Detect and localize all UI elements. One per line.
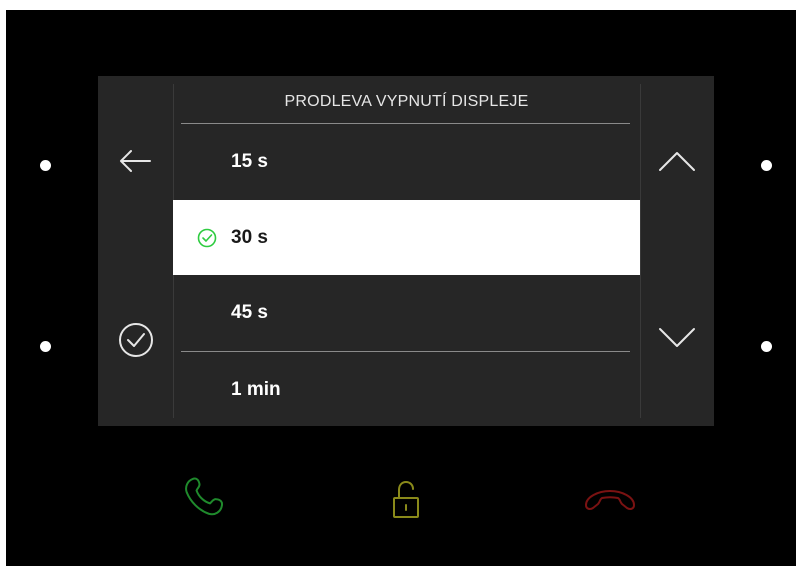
chevron-up-icon [659,152,695,171]
answer-call-button[interactable] [176,468,236,528]
phone-hangup-icon [585,490,635,510]
unlock-button[interactable] [378,472,434,528]
display-screen: PRODLEVA VYPNUTÍ DISPLEJE 15 s 30 s 45 s… [98,76,714,426]
back-button[interactable] [110,141,160,181]
option-row-45s[interactable]: 45 s [173,275,640,350]
check-circle-icon [119,323,153,357]
option-label: 15 s [231,150,268,172]
right-control-column [640,76,714,426]
indicator-dot-bottom-left [40,341,51,352]
option-list-panel: PRODLEVA VYPNUTÍ DISPLEJE 15 s 30 s 45 s… [173,76,640,426]
option-label: 45 s [231,301,268,323]
option-row-15s[interactable]: 15 s [173,124,640,199]
hang-up-button[interactable] [578,478,642,522]
confirm-button[interactable] [112,316,160,364]
indicator-dot-top-right [761,160,772,171]
scroll-down-button[interactable] [652,318,702,358]
check-circle-icon [197,228,217,247]
scroll-up-button[interactable] [652,141,702,181]
unlock-icon [393,480,419,518]
indicator-dot-top-left [40,160,51,171]
option-label: 30 s [231,226,268,248]
intercom-device: PRODLEVA VYPNUTÍ DISPLEJE 15 s 30 s 45 s… [6,10,796,566]
chevron-down-icon [659,328,695,347]
option-row-30s[interactable]: 30 s [173,200,640,275]
arrow-left-icon [120,150,151,172]
phone-icon [185,477,224,516]
indicator-dot-bottom-right [761,341,772,352]
page-title: PRODLEVA VYPNUTÍ DISPLEJE [284,93,529,110]
option-row-1min[interactable]: 1 min [173,352,640,426]
left-control-column [98,76,173,426]
option-label: 1 min [231,378,281,400]
